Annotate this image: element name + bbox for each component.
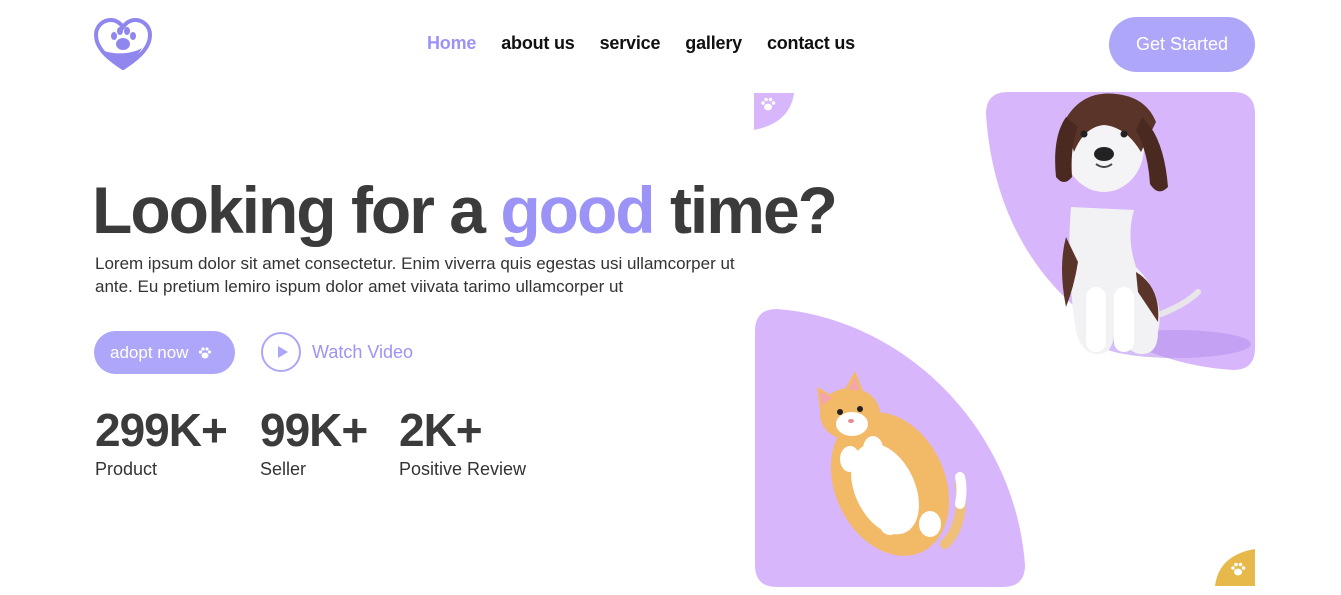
dog-image [986,92,1255,370]
stat-seller: 99K+ Seller [260,403,399,480]
hero-title-before: Looking for a [92,173,486,247]
stat-label: Product [95,459,158,479]
cat-image [755,309,1025,587]
play-icon[interactable] [261,332,301,372]
watch-video-label: Watch Video [312,341,414,362]
hero-title: Looking for a good time? [92,172,838,248]
stat-product: 299K+ Product [95,403,260,480]
hero-title-after: time? [669,173,838,247]
stats: 299K+ Product 99K+ Seller 2K+ Positive R… [95,403,526,480]
hero-title-accent: good [500,173,655,247]
nav-about-us[interactable]: about us [501,33,575,54]
stat-value: 99K+ [260,404,368,456]
nav-service[interactable]: service [600,33,661,54]
stat-value: 299K+ [95,404,228,456]
adopt-now-label: adopt now [110,342,189,362]
stat-positive-review: 2K+ Positive Review [399,403,526,480]
purple-quarter-paw-icon [754,93,794,130]
heart-paw-logo-icon [93,17,153,71]
nav-home[interactable]: Home [427,33,476,54]
get-started-button[interactable]: Get Started [1109,17,1255,72]
stat-value: 2K+ [399,404,483,456]
logo[interactable] [93,17,153,71]
stat-label: Positive Review [399,459,527,479]
paw-icon [199,346,212,358]
nav-gallery[interactable]: gallery [685,33,742,54]
adopt-now-button[interactable]: adopt now [94,331,235,374]
main-nav: Home about us service gallery contact us [427,33,855,54]
watch-video-link[interactable]: Watch Video [261,332,413,372]
nav-contact-us[interactable]: contact us [767,33,855,54]
yellow-quarter-paw-icon [1215,549,1255,586]
hero-description: Lorem ipsum dolor sit amet consectetur. … [95,254,735,296]
stat-label: Seller [260,459,307,479]
